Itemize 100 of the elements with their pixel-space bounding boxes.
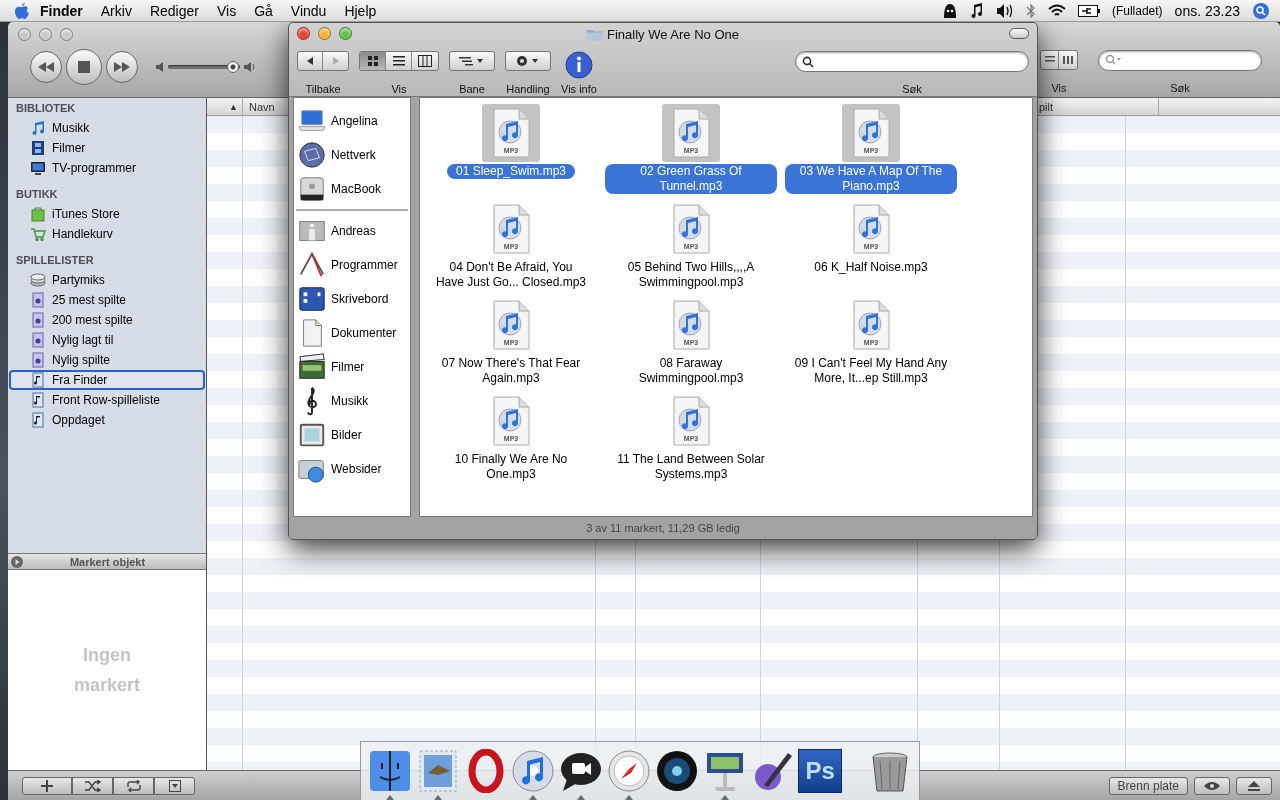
file-name[interactable]: 02 Green Grass Of Tunnel.mp3 [605, 164, 777, 194]
camera-lens-icon[interactable] [654, 749, 699, 793]
network-globe-icon [297, 140, 327, 170]
menu-item[interactable]: Vis [208, 2, 245, 19]
music-note-icon[interactable] [969, 2, 984, 19]
shuffle-button[interactable] [72, 776, 113, 795]
volume-thumb[interactable] [226, 60, 239, 73]
minimize-button[interactable] [39, 28, 52, 41]
shopping-bag-icon [30, 206, 46, 222]
menu-item[interactable]: Vindu [282, 2, 335, 19]
toolbar-toggle-button[interactable] [1009, 28, 1029, 39]
volume-icon[interactable] [995, 2, 1014, 19]
visualizer-button[interactable] [1194, 776, 1230, 795]
search-field[interactable] [1098, 49, 1262, 71]
next-button[interactable] [106, 50, 138, 83]
plus-icon [41, 779, 53, 792]
sidebar-item[interactable]: Angelina [294, 104, 410, 138]
forward-arrow-icon [331, 57, 340, 65]
sidebar-item[interactable]: Musikk [294, 384, 410, 418]
music-disc-icon[interactable] [511, 749, 556, 793]
sidebar-item[interactable]: Dokumenter [294, 316, 410, 350]
list-view-icon [1044, 54, 1055, 65]
back-forward-buttons[interactable] [297, 51, 349, 71]
sidebar-item[interactable]: Skrivebord [294, 282, 410, 316]
close-button[interactable] [297, 27, 310, 40]
file-name[interactable]: 05 Behind Two Hills,,,,A Swimmingpool.mp3 [605, 260, 777, 290]
sidebar-item[interactable]: iTunes Store [9, 204, 205, 224]
sidebar-item[interactable]: Fra Finder [9, 370, 205, 390]
battery-status: (Fulladet) [1111, 3, 1163, 18]
repeat-button[interactable] [113, 776, 154, 795]
apple-icon[interactable] [14, 1, 30, 20]
bluetooth-icon[interactable] [1025, 2, 1036, 19]
file-name[interactable]: 10 Finally We Are No One.mp3 [425, 452, 597, 482]
menu-item[interactable]: Gå [246, 2, 281, 19]
music-note-icon [30, 120, 46, 136]
file-name[interactable]: 07 Now There's That Fear Again.mp3 [425, 356, 597, 386]
disclosure-icon[interactable] [11, 555, 23, 568]
hooded-figure-icon[interactable] [941, 2, 958, 19]
sidebar-item[interactable]: Partymiks [9, 270, 205, 290]
column-view-icon [418, 55, 432, 67]
burn-disc-button[interactable]: Brenn plate [1108, 776, 1188, 795]
zoom-button[interactable] [339, 27, 352, 40]
sidebar-item[interactable]: Filmer [9, 138, 205, 158]
stop-button[interactable] [66, 48, 102, 85]
search-icon[interactable] [1252, 1, 1270, 20]
sidebar-item[interactable]: MacBook [294, 172, 410, 206]
sidebar-item[interactable]: Musikk [9, 118, 205, 138]
menu-item[interactable]: Hjelp [336, 2, 385, 19]
volume-high-icon [244, 61, 256, 72]
eject-button[interactable] [1236, 776, 1272, 795]
column-header[interactable]: Navn [249, 100, 275, 113]
volume-low-icon [156, 61, 164, 72]
sidebar-item[interactable]: 200 mest spilte [9, 310, 205, 330]
clock[interactable]: ons. 23.23 [1174, 2, 1240, 19]
file-name[interactable]: 03 We Have A Map Of The Piano.mp3 [785, 164, 957, 194]
wifi-icon[interactable] [1047, 3, 1066, 18]
sidebar-item[interactable]: 25 mest spilte [9, 290, 205, 310]
artwork-toggle-button[interactable] [154, 776, 195, 795]
view-button[interactable] [360, 52, 386, 70]
menu-item[interactable]: Arkiv [92, 2, 140, 19]
sidebar-item[interactable]: Filmer [294, 350, 410, 384]
info-icon[interactable] [564, 51, 593, 79]
file-name[interactable]: 09 I Can't Feel My Hand Any More, It...ep Still.mp3 [785, 356, 957, 386]
sidebar-item[interactable]: Handlekurv [9, 224, 205, 244]
app-menu[interactable]: Finder [32, 2, 91, 19]
sidebar-item[interactable]: Nettverk [294, 138, 410, 172]
view-buttons[interactable] [1040, 49, 1078, 70]
sort-arrow[interactable]: ▲ [229, 101, 238, 112]
file-name[interactable]: 04 Don't Be Afraid, You Have Just Go... Closed.mp3 [425, 260, 597, 290]
zoom-button[interactable] [60, 28, 73, 41]
search-icon [1105, 54, 1121, 66]
close-button[interactable] [18, 28, 31, 41]
sidebar-item[interactable]: Oppdaget [9, 410, 205, 430]
file-name[interactable]: 01 Sleep_Swim.mp3 [446, 164, 576, 179]
menu-item[interactable]: Rediger [141, 2, 207, 19]
add-playlist-button[interactable] [22, 776, 72, 795]
sidebar-item[interactable]: Front Row-spilleliste [9, 390, 205, 410]
minimize-button[interactable] [318, 27, 331, 40]
sidebar-item[interactable]: Programmer [294, 248, 410, 282]
sidebar-item[interactable]: Bilder [294, 418, 410, 452]
sidebar-item[interactable]: Andreas [294, 214, 410, 248]
file-name[interactable]: 06 K_Half Noise.mp3 [805, 260, 937, 275]
sidebar-item[interactable]: Websider [294, 452, 410, 486]
path-button[interactable] [449, 51, 495, 71]
sidebar-item[interactable]: TV-programmer [9, 158, 205, 178]
previous-button[interactable] [30, 50, 62, 83]
toolbar-label: Handling [506, 83, 550, 95]
search-field[interactable] [795, 51, 1029, 72]
column-header[interactable]: pilt [1039, 100, 1054, 113]
file-name[interactable]: 11 The Land Between Solar Systems.mp3 [605, 452, 777, 482]
battery-plug-icon[interactable] [1077, 4, 1100, 17]
action-button[interactable] [505, 51, 551, 71]
dock-item[interactable]: Ps [798, 749, 843, 793]
sidebar-item[interactable]: Nylig lagt til [9, 330, 205, 350]
view-switcher[interactable] [359, 51, 439, 71]
file-name[interactable]: 08 Faraway Swimmingpool.mp3 [605, 356, 777, 386]
playlist-icon [30, 412, 46, 428]
search-icon [802, 55, 814, 68]
smiling-face-icon[interactable] [367, 749, 412, 793]
sidebar-item[interactable]: Nylig spilte [9, 350, 205, 370]
